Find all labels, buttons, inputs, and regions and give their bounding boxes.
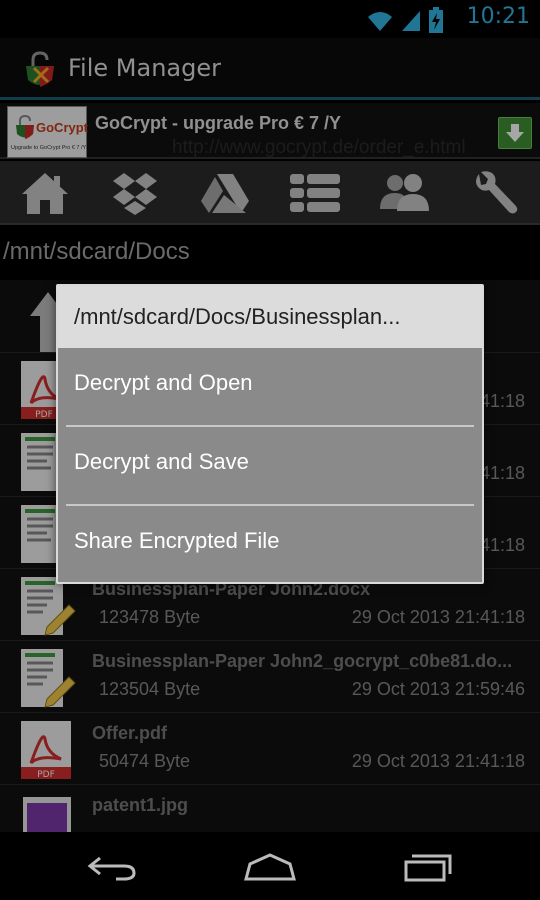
decrypt-and-save-option[interactable]: Decrypt and Save [58,427,482,505]
recent-apps-icon [404,854,452,882]
nav-back-button[interactable] [72,846,152,888]
navigation-bar [0,832,540,900]
nav-recents-button[interactable] [388,846,468,888]
decrypt-and-open-option[interactable]: Decrypt and Open [58,348,482,426]
dialog-title: /mnt/sdcard/Docs/Businessplan... [58,286,482,348]
share-encrypted-file-option[interactable]: Share Encrypted File [58,506,482,584]
nav-home-button[interactable] [230,846,310,888]
file-context-dialog: /mnt/sdcard/Docs/Businessplan... Decrypt… [56,284,484,584]
back-icon [87,856,136,881]
home-outline-icon [244,853,296,881]
